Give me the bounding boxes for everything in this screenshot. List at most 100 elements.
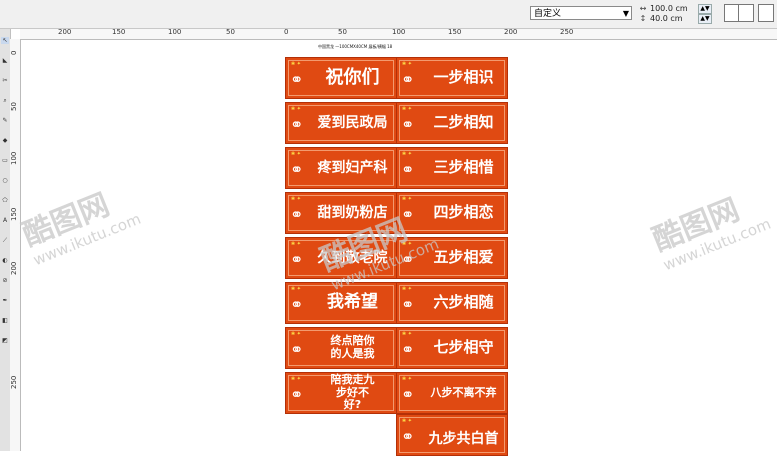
logo-icon: ❀ ✦ (402, 331, 412, 337)
ruler-label: 100 (10, 151, 18, 165)
shape-tool-icon[interactable]: ◣ (1, 57, 9, 64)
rings-icon: ⚭ (290, 70, 304, 89)
ruler-label: 0 (10, 50, 18, 55)
page-preset-select[interactable]: 自定义 ▼ (530, 6, 632, 20)
interactive-fill-icon[interactable]: ◩ (1, 337, 9, 344)
ruler-label: 50 (226, 28, 235, 36)
sign-card[interactable]: ❀ ✦ ⚭ 八步不离不弃 (396, 372, 508, 414)
sign-text: 三步相惜 (433, 158, 494, 177)
height-spinner[interactable]: ▲▼ (698, 14, 712, 24)
rings-icon: ⚭ (290, 160, 304, 179)
zoom-tool-icon[interactable]: ⌕ (1, 97, 9, 104)
rings-icon: ⚭ (290, 340, 304, 359)
eyedropper-tool-icon[interactable]: ⊘ (1, 277, 9, 284)
sign-card[interactable]: ❀ ✦ ⚭ 终点陪你的人是我 (285, 327, 397, 369)
rings-icon: ⚭ (290, 250, 304, 269)
vertical-ruler[interactable]: 0 50 100 150 200 250 (10, 39, 21, 451)
sign-card[interactable]: ❀ ✦ ⚭ 陪我走九步好不好? (285, 372, 397, 414)
ruler-label: 200 (58, 28, 72, 36)
connector-tool-icon[interactable]: ⟋ (1, 237, 9, 244)
ruler-label: 250 (10, 375, 18, 389)
sign-card[interactable]: ❀ ✦ ⚭ 九步共白首 (396, 414, 508, 456)
ruler-label: 200 (10, 261, 18, 275)
logo-icon: ❀ ✦ (291, 151, 301, 157)
rings-icon: ⚭ (290, 295, 304, 314)
page-width-field[interactable]: 100.0 cm (650, 4, 696, 14)
polygon-tool-icon[interactable]: ⬠ (1, 197, 9, 204)
sign-card[interactable]: ❀ ✦ ⚭ 疼到妇产科 (285, 147, 397, 189)
rings-icon: ⚭ (401, 115, 415, 134)
sign-text: 六步相随 (433, 293, 494, 312)
document-title: 中国黑龙 一100CMX40CM 展板/横幅 18 (318, 44, 393, 49)
sign-text: 八步不离不弃 (430, 385, 497, 399)
sign-text: 七步相守 (433, 338, 494, 357)
sign-text: 四步相恋 (433, 203, 494, 222)
page-height-field[interactable]: 40.0 cm (650, 14, 696, 24)
sign-text: 九步共白首 (428, 430, 499, 447)
sign-text: 爱到民政局 (317, 114, 388, 131)
sign-card[interactable]: ❀ ✦ ⚭ 爱到民政局 (285, 102, 397, 144)
width-spinner[interactable]: ▲▼ (698, 4, 712, 14)
sign-text: 陪我走九步好不好? (330, 373, 375, 412)
logo-icon: ❀ ✦ (402, 376, 412, 382)
sign-card[interactable]: ❀ ✦ ⚭ 七步相守 (396, 327, 508, 369)
rings-icon: ⚭ (401, 340, 415, 359)
rectangle-tool-icon[interactable]: ▭ (1, 157, 9, 164)
sign-text: 一步相识 (433, 68, 494, 87)
page-preset-value: 自定义 (534, 9, 562, 19)
logo-icon: ❀ ✦ (402, 286, 412, 292)
sign-card[interactable]: ❀ ✦ ⚭ 一步相识 (396, 57, 508, 99)
sign-text: 终点陪你的人是我 (330, 334, 375, 360)
height-icon: ↕ (639, 14, 647, 23)
ruler-label: 50 (338, 28, 347, 36)
ruler-label: 150 (112, 28, 126, 36)
ruler-label: 100 (392, 28, 406, 36)
rings-icon: ⚭ (401, 385, 415, 404)
sign-card[interactable]: ❀ ✦ ⚭ 三步相惜 (396, 147, 508, 189)
width-icon: ↔ (639, 4, 647, 13)
rings-icon: ⚭ (401, 70, 415, 89)
sign-card[interactable]: ❀ ✦ ⚭ 祝你们 (285, 57, 397, 99)
logo-icon: ❀ ✦ (402, 151, 412, 157)
rings-icon: ⚭ (290, 385, 304, 404)
logo-icon: ❀ ✦ (291, 106, 301, 112)
ruler-label: 150 (448, 28, 462, 36)
sign-card[interactable]: ❀ ✦ ⚭ 六步相随 (396, 282, 508, 324)
sign-text: 祝你们 (325, 66, 380, 88)
rings-icon: ⚭ (401, 295, 415, 314)
fill-tool-icon[interactable]: ◧ (1, 317, 9, 324)
ruler-label: 200 (504, 28, 518, 36)
rings-icon: ⚭ (290, 205, 304, 224)
logo-icon: ❀ ✦ (291, 331, 301, 337)
logo-icon: ❀ ✦ (291, 61, 301, 67)
sign-card[interactable]: ❀ ✦ ⚭ 二步相知 (396, 102, 508, 144)
freehand-tool-icon[interactable]: ✎ (1, 117, 9, 124)
logo-icon: ❀ ✦ (291, 196, 301, 202)
outline-tool-icon[interactable]: ✒ (1, 297, 9, 304)
logo-icon: ❀ ✦ (402, 106, 412, 112)
logo-icon: ❀ ✦ (402, 61, 412, 67)
logo-icon: ❀ ✦ (291, 376, 301, 382)
ruler-label: 0 (284, 28, 289, 36)
property-bar: 自定义 ▼ ↔ 100.0 cm ▲▼ ↕ 40.0 cm ▲▼ (0, 0, 777, 29)
sign-text: 我希望 (327, 292, 378, 313)
logo-icon: ❀ ✦ (402, 418, 412, 424)
page-layout-button[interactable] (758, 4, 774, 22)
ruler-label: 50 (10, 102, 18, 111)
pick-tool-icon[interactable]: ↖ (1, 37, 9, 44)
logo-icon: ❀ ✦ (291, 286, 301, 292)
rings-icon: ⚭ (290, 115, 304, 134)
sign-text: 疼到妇产科 (317, 159, 388, 176)
blend-tool-icon[interactable]: ◐ (1, 257, 9, 264)
ellipse-tool-icon[interactable]: ○ (1, 177, 9, 184)
smart-fill-icon[interactable]: ◆ (1, 137, 9, 144)
landscape-button[interactable] (738, 4, 754, 22)
rings-icon: ⚭ (401, 427, 415, 446)
horizontal-ruler[interactable]: 200 150 100 50 0 50 100 150 200 250 (20, 28, 777, 40)
crop-tool-icon[interactable]: ✂ (1, 77, 9, 84)
text-tool-icon[interactable]: A (1, 217, 9, 224)
logo-icon: ❀ ✦ (291, 241, 301, 247)
ruler-label: 100 (168, 28, 182, 36)
chevron-down-icon: ▼ (622, 9, 629, 18)
rings-icon: ⚭ (401, 160, 415, 179)
